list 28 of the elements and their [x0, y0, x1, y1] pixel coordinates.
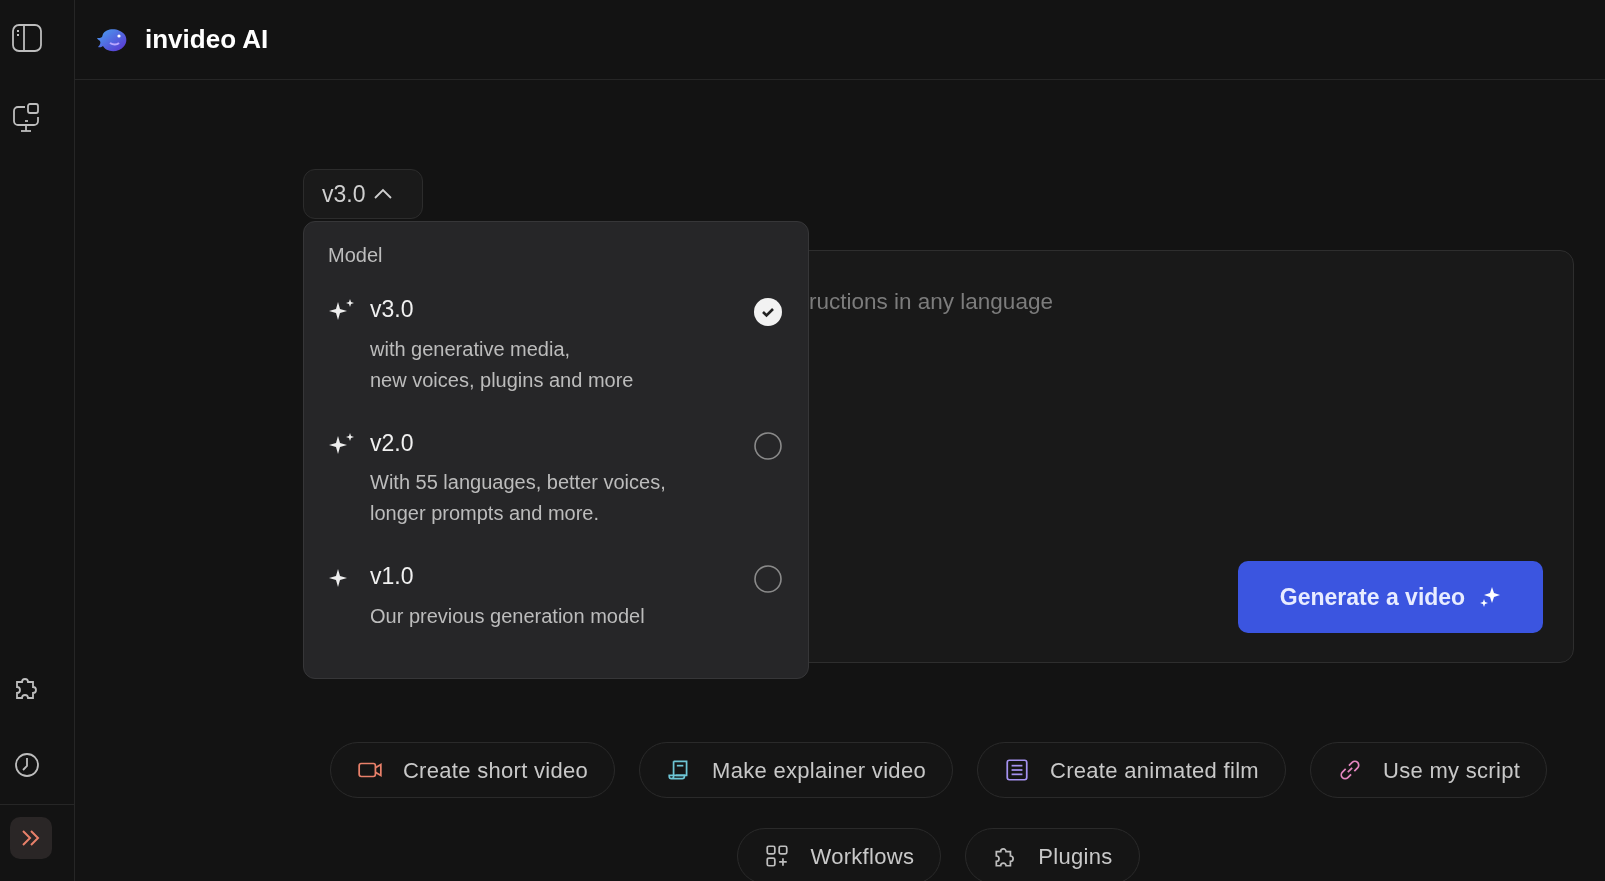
quick-action-chip[interactable]: Make explainer video [639, 742, 953, 798]
brand-name: invideo AI [145, 23, 269, 56]
sidebar-toggle-icon[interactable] [10, 21, 44, 55]
radio-button[interactable] [754, 298, 782, 326]
option-description: with generative media, new voices, plugins and more [370, 336, 635, 393]
prompt-placeholder: ructions in any language [809, 288, 1053, 316]
radio-button[interactable] [754, 565, 782, 594]
option-description: Our previous generation model [370, 603, 646, 629]
model-select-button[interactable]: v3.0 [303, 169, 423, 219]
grid-plus-icon [764, 843, 791, 869]
quick-action-chip[interactable]: Create animated film [976, 742, 1286, 798]
model-option[interactable]: v1.0 Our previous generation model [328, 553, 782, 656]
option-name: v1.0 [370, 563, 415, 591]
chevron-icon [373, 188, 394, 200]
generate-video-button[interactable]: Generate a video [1238, 561, 1543, 633]
quick-action-chip[interactable]: Use my script [1309, 742, 1548, 798]
quick-action-chip[interactable]: Plugins [965, 828, 1140, 881]
expand-sidebar-button[interactable] [10, 817, 52, 859]
option-name: v3.0 [370, 296, 415, 324]
quick-action-chip[interactable]: Create short video [329, 742, 616, 798]
model-option[interactable]: v2.0 With 55 languages, better voices, longer prompts and more. [328, 419, 782, 554]
model-option[interactable]: v3.0 with generative media, new voices, plugins and more [328, 286, 782, 420]
quick-action-chip[interactable]: Workflows [737, 828, 942, 881]
double-chevron-icon [20, 828, 42, 848]
radio-button[interactable] [754, 431, 782, 460]
sparkles-icon [1479, 585, 1502, 609]
option-name: v2.0 [370, 429, 415, 458]
option-description: With 55 languages, better voices, longer prompts and more. [370, 470, 667, 527]
